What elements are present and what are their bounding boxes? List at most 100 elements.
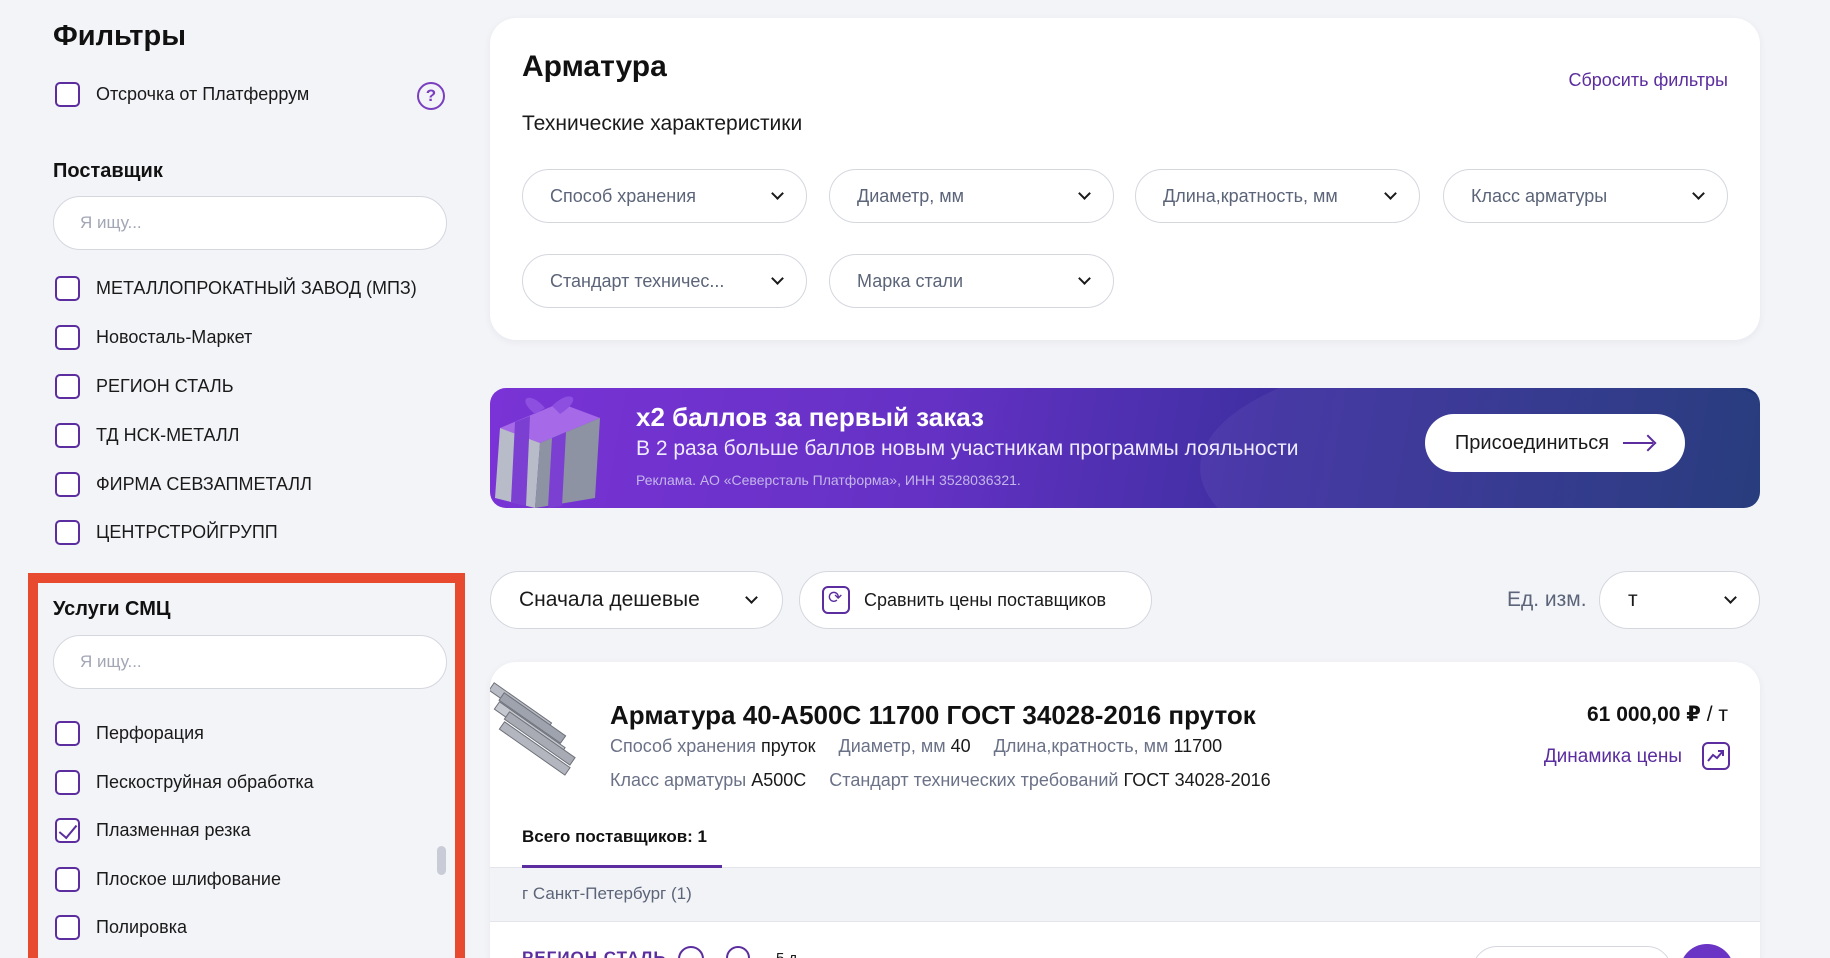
banner-title: x2 баллов за первый заказ xyxy=(636,402,984,432)
chevron-down-icon xyxy=(1078,187,1091,200)
service-item[interactable]: Пескоструйная обработка xyxy=(55,770,314,795)
checkbox[interactable] xyxy=(55,325,80,350)
checkbox[interactable] xyxy=(55,915,80,940)
sort-select-value: Сначала дешевые xyxy=(519,588,700,611)
spec-key: Стандарт технических требований xyxy=(829,770,1119,790)
dropdown-label: Класс арматуры xyxy=(1471,185,1608,206)
gift-icon xyxy=(495,396,600,508)
chevron-down-icon xyxy=(1384,187,1397,200)
compare-prices-label: Сравнить цены поставщиков xyxy=(864,589,1107,610)
tech-specs-label: Технические характеристики xyxy=(522,112,803,135)
service-item[interactable]: Полировка xyxy=(55,915,187,940)
reset-filters-link[interactable]: Сбросить фильтры xyxy=(1568,70,1728,91)
dropdown-rebar-class[interactable]: Класс арматуры xyxy=(1443,169,1728,223)
product-card: Арматура 40-А500С 11700 ГОСТ 34028-2016 … xyxy=(490,662,1760,958)
chevron-down-icon xyxy=(745,591,758,604)
chart-trend-icon[interactable] xyxy=(1702,742,1730,770)
quantity-input[interactable] xyxy=(1472,946,1672,958)
spec-value: пруток xyxy=(761,736,816,756)
dropdown-storage[interactable]: Способ хранения xyxy=(522,169,807,223)
services-scrollbar[interactable] xyxy=(437,846,446,875)
city-group-row[interactable]: г Санкт-Петербург (1) xyxy=(490,868,1760,922)
dropdown-label: Способ хранения xyxy=(550,185,696,206)
filter-deferral-row[interactable]: Отсрочка от Платферрум xyxy=(55,82,309,107)
checkbox[interactable] xyxy=(55,276,80,301)
page-title: Арматура xyxy=(522,50,667,83)
spec-key: Диаметр, мм xyxy=(838,736,946,756)
arrow-right-icon xyxy=(1623,435,1655,451)
dropdown-label: Диаметр, мм xyxy=(857,185,965,206)
tab-total-suppliers[interactable]: Всего поставщиков: 1 xyxy=(522,827,707,847)
price-unit: / т xyxy=(1700,703,1728,726)
supplier-section-title: Поставщик xyxy=(53,160,163,182)
service-item[interactable]: Плазменная резка xyxy=(55,818,251,843)
chevron-down-icon xyxy=(1724,591,1737,604)
spec-key: Способ хранения xyxy=(610,736,756,756)
service-item-label: Перфорация xyxy=(96,723,204,743)
timer-icon xyxy=(726,946,750,958)
spec-key: Класс арматуры xyxy=(610,770,747,790)
banner-subtitle: В 2 раза больше баллов новым участникам … xyxy=(636,437,1299,460)
checkbox[interactable] xyxy=(55,82,80,107)
join-button[interactable]: Присоединиться xyxy=(1425,414,1685,472)
city-label: г Санкт-Петербург (1) xyxy=(522,884,692,903)
dropdown-label: Длина,кратность, мм xyxy=(1163,185,1338,206)
compare-prices-button[interactable]: Сравнить цены поставщиков xyxy=(799,571,1152,629)
dropdown-standard[interactable]: Стандарт техничес... xyxy=(522,254,807,308)
supplier-item[interactable]: МЕТАЛЛОПРОКАТНЫЙ ЗАВОД (МПЗ) xyxy=(55,276,417,301)
supplier-item-label: РЕГИОН СТАЛЬ xyxy=(96,376,234,396)
supplier-search-input[interactable] xyxy=(53,196,447,250)
checkbox[interactable] xyxy=(55,423,80,448)
supplier-item-label: ФИРМА СЕВЗАПМЕТАЛЛ xyxy=(96,474,312,494)
product-specs-line1: Способ хранения пруток Диаметр, мм 40 Дл… xyxy=(610,736,1240,757)
spec-value: А500С xyxy=(751,770,807,790)
supplier-item-label: МЕТАЛЛОПРОКАТНЫЙ ЗАВОД (МПЗ) xyxy=(96,278,417,298)
checkbox[interactable] xyxy=(55,520,80,545)
service-item-label: Полировка xyxy=(96,917,187,937)
checkbox-checked[interactable] xyxy=(55,818,80,843)
supplier-item[interactable]: ТД НСК-МЕТАЛЛ xyxy=(55,423,240,448)
service-item-label: Пескоструйная обработка xyxy=(96,772,314,792)
price-value: 61 000,00 ₽ xyxy=(1587,703,1701,726)
supplier-item[interactable]: ЦЕНТРСТРОЙГРУПП xyxy=(55,520,278,545)
banner-ad-note: Реклама. АО «Северсталь Платформа», ИНН … xyxy=(636,472,1021,488)
spec-value: ГОСТ 34028-2016 xyxy=(1123,770,1271,790)
clock-icon xyxy=(678,946,704,958)
product-price: 61 000,00 ₽ / т xyxy=(1587,702,1728,727)
dropdown-label: Стандарт техничес... xyxy=(550,270,725,291)
promo-banner[interactable]: x2 баллов за первый заказ В 2 раза больш… xyxy=(490,388,1760,508)
service-item-label: Плоское шлифование xyxy=(96,869,281,889)
chevron-down-icon xyxy=(771,272,784,285)
join-button-label: Присоединиться xyxy=(1454,431,1610,454)
product-image[interactable] xyxy=(490,682,590,782)
dropdown-length[interactable]: Длина,кратность, мм xyxy=(1135,169,1420,223)
supplier-name-link[interactable]: РЕГИОН СТАЛЬ xyxy=(522,948,667,958)
dropdown-steel-grade[interactable]: Марка стали xyxy=(829,254,1114,308)
checkbox[interactable] xyxy=(55,374,80,399)
supplier-item[interactable]: РЕГИОН СТАЛЬ xyxy=(55,374,234,399)
service-item[interactable]: Перфорация xyxy=(55,721,204,746)
service-item-label: Плазменная резка xyxy=(96,820,251,840)
checkbox[interactable] xyxy=(55,770,80,795)
price-dynamics-link[interactable]: Динамика цены xyxy=(1544,746,1682,768)
sort-select[interactable]: Сначала дешевые xyxy=(490,571,783,629)
services-search-input[interactable] xyxy=(53,635,447,689)
help-icon[interactable]: ? xyxy=(417,82,445,110)
checkbox[interactable] xyxy=(55,472,80,497)
checkbox[interactable] xyxy=(55,867,80,892)
filter-deferral-label: Отсрочка от Платферрум xyxy=(96,84,310,104)
add-to-cart-button[interactable] xyxy=(1680,944,1734,958)
service-item[interactable]: Плоское шлифование xyxy=(55,867,281,892)
dropdown-label: Марка стали xyxy=(857,270,964,291)
compare-icon xyxy=(822,586,850,614)
filters-title: Фильтры xyxy=(53,20,186,52)
chevron-down-icon xyxy=(1692,187,1705,200)
dropdown-diameter[interactable]: Диаметр, мм xyxy=(829,169,1114,223)
supplier-item[interactable]: Новосталь-Маркет xyxy=(55,325,252,350)
supplier-item-label: Новосталь-Маркет xyxy=(96,327,253,347)
supplier-item[interactable]: ФИРМА СЕВЗАПМЕТАЛЛ xyxy=(55,472,312,497)
spec-value: 11700 xyxy=(1173,736,1223,756)
checkbox[interactable] xyxy=(55,721,80,746)
product-title[interactable]: Арматура 40-А500С 11700 ГОСТ 34028-2016 … xyxy=(610,700,1256,731)
unit-select[interactable]: т xyxy=(1599,571,1760,629)
